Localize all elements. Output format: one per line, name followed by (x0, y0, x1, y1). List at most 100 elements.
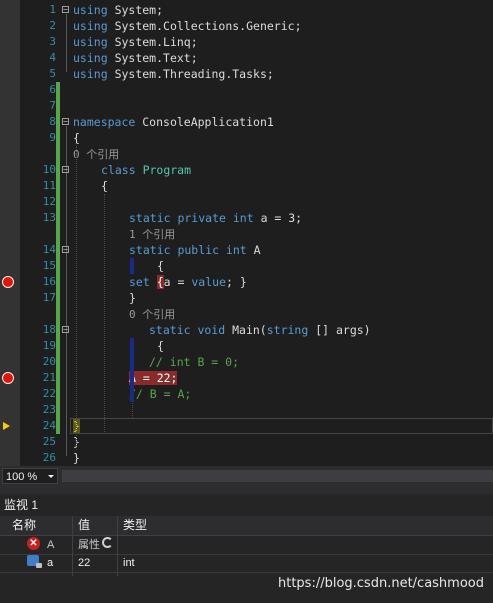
scope-highlight (130, 258, 134, 274)
watch-panel: 监视 1 名称 值 类型 ✕ A 属性 a 22 int https://blo… (0, 494, 493, 603)
code-line: } (129, 290, 136, 306)
code-token: using (73, 67, 108, 81)
code-token: System.Linq; (114, 35, 198, 49)
line-number: 26 (42, 451, 56, 464)
collapse-toggle-icon[interactable]: − (62, 118, 69, 126)
line-number: 2 (49, 19, 56, 32)
column-header-name[interactable]: 名称 (12, 516, 36, 535)
line-number: 17 (42, 291, 56, 304)
line-number: 7 (49, 99, 56, 112)
line-number: 13 (42, 211, 56, 224)
code-line: using System.Collections.Generic; (73, 18, 302, 34)
code-line: } (73, 450, 80, 466)
horizontal-scrollbar[interactable] (62, 470, 493, 482)
indent-guide (104, 194, 105, 434)
watch-row[interactable]: ✕ A 属性 (0, 537, 493, 555)
collapse-toggle-icon[interactable]: − (62, 166, 69, 174)
line-number: 15 (42, 259, 56, 272)
code-token: a = 3; (260, 211, 303, 225)
code-editor[interactable]: 1 2 3 4 5 6 7 8 9 10 11 12 13 14 15 16 17 18 19 20 21 22 23 24 2… (0, 0, 493, 466)
line-number: 5 (49, 67, 56, 80)
line-number: 4 (49, 51, 56, 64)
code-token: // B = A; (129, 387, 192, 401)
code-token: { (157, 339, 164, 353)
code-token: namespace (73, 115, 136, 129)
code-token: using (73, 51, 108, 65)
line-number: 24 (42, 419, 56, 432)
code-token: // int B = 0; (149, 355, 240, 369)
codelens-text[interactable]: 0 个引用 (129, 308, 175, 321)
line-number: 12 (42, 195, 56, 208)
code-line: using System.Text; (73, 50, 198, 66)
code-token: static void (149, 323, 226, 337)
collapse-toggle-icon[interactable]: − (62, 246, 69, 254)
code-token: System; (114, 3, 164, 17)
code-token: static private int (129, 211, 254, 225)
refresh-icon[interactable] (102, 537, 113, 548)
code-token: { (157, 259, 164, 273)
code-line: // B = A; (129, 386, 191, 402)
outline-guide (66, 14, 67, 72)
codelens-text[interactable]: 1 个引用 (129, 228, 175, 241)
breakpoint-icon[interactable] (2, 372, 14, 384)
field-icon (27, 555, 42, 568)
watch-header-row: 名称 值 类型 (0, 516, 493, 536)
scope-highlight (130, 338, 134, 402)
code-token: { (73, 131, 80, 145)
code-line: { (157, 258, 164, 274)
code-line: static void Main(string [] args) (149, 322, 371, 338)
chevron-down-icon (48, 475, 54, 478)
watch-row[interactable]: a 22 int (0, 555, 493, 573)
watch-panel-title: 监视 1 (4, 498, 39, 512)
indicator-margin[interactable] (0, 0, 20, 466)
code-token: System.Collections.Generic; (114, 19, 302, 33)
code-line: A = 22; (129, 370, 178, 386)
line-number: 10 (42, 163, 56, 176)
code-line: using System.Threading.Tasks; (73, 66, 274, 82)
line-number: 18 (42, 323, 56, 336)
watch-row-value: 22 (78, 557, 91, 569)
panel-splitter[interactable] (0, 486, 493, 494)
code-line: static private int a = 3; (129, 210, 302, 226)
column-header-value[interactable]: 值 (78, 516, 90, 535)
code-line: // int B = 0; (149, 354, 239, 370)
code-token: using (73, 19, 108, 33)
line-number: 16 (42, 275, 56, 288)
zoom-value: 100 % (6, 471, 38, 483)
code-token: class (101, 163, 136, 177)
watch-row-value-text: 属性 (78, 539, 100, 551)
code-token: a = (163, 275, 192, 289)
code-token: [] args) (315, 323, 371, 337)
code-token: Program (142, 163, 192, 177)
breakpoint-icon[interactable] (2, 276, 14, 288)
code-line: { (73, 130, 80, 146)
watch-row-name: a (47, 557, 54, 569)
line-number: 8 (49, 115, 56, 128)
outline-guide (66, 334, 67, 424)
line-number: 11 (42, 179, 56, 192)
code-token: { (156, 275, 164, 289)
code-line: static public int A (129, 242, 261, 258)
collapse-toggle-icon[interactable]: − (62, 326, 69, 334)
code-token: using (73, 35, 108, 49)
collapse-toggle-icon[interactable]: − (62, 6, 69, 14)
codelens-text[interactable]: 0 个引用 (73, 148, 119, 161)
codelens-reference-count: 0 个引用 (73, 146, 119, 162)
watch-row-name: A (47, 539, 55, 551)
zoom-dropdown[interactable]: 100 % (2, 468, 58, 484)
codelens-reference-count: 0 个引用 (129, 306, 175, 322)
current-line-highlight (70, 418, 493, 434)
line-number: 9 (49, 131, 56, 144)
code-line: set {a = value; } (129, 274, 247, 290)
code-line: namespace ConsoleApplication1 (73, 114, 274, 130)
outline-guide (66, 254, 67, 296)
watermark: https://blog.csdn.net/cashmood (277, 576, 484, 591)
code-token: System.Threading.Tasks; (114, 67, 274, 81)
code-token: value (191, 275, 226, 289)
line-number: 3 (49, 35, 56, 48)
line-number: 23 (42, 403, 56, 416)
code-token: static public int (129, 243, 247, 257)
error-icon: ✕ (27, 537, 40, 550)
column-header-type[interactable]: 类型 (123, 516, 147, 535)
line-number: 14 (42, 243, 56, 256)
